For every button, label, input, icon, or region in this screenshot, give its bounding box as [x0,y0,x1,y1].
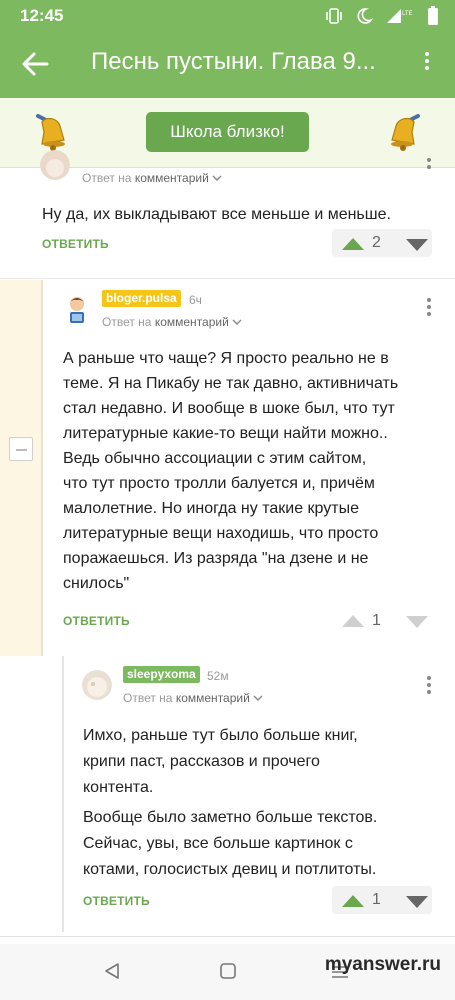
comment-line: Вообще было заметно больше текстов. [83,809,378,826]
watermark: myanswer.ru [324,954,441,975]
comment-line: снилось" [63,575,130,592]
comment-line: крипи паст, рассказов и прочего [83,753,320,770]
upvote-arrow-icon[interactable] [342,614,364,632]
avatar[interactable] [62,294,92,324]
comment-line: литературные какие-то вещи найти можно.. [63,425,388,442]
nav-back-icon[interactable] [104,962,120,985]
vote-group: 1 [332,886,432,914]
avatar[interactable] [82,670,112,700]
school-bell-icon [32,110,70,154]
status-time: 12:45 [20,6,64,25]
downvote-arrow-icon[interactable] [406,615,428,633]
divider [0,936,455,937]
username-badge[interactable]: bloger.pulsa [102,290,181,307]
downvote-arrow-icon[interactable] [406,895,428,913]
status-bar: 12:45 LTE [0,0,455,30]
username-badge[interactable]: sleepyxoma [123,666,200,683]
vote-group: 1 [332,606,432,634]
overflow-menu-icon[interactable] [424,52,430,73]
downvote-arrow-icon[interactable] [406,238,428,256]
comment-line: стал недавно. И вообще в шоке был, что т… [63,400,395,417]
do-not-disturb-moon-icon [355,7,374,30]
comment-line: литературные вещи находишь, что просто [63,525,379,542]
comment-text: Имхо, раньше тут было больше книг, крипи… [83,723,448,883]
reply-target-link[interactable]: комментарий [155,315,229,329]
comment-line: Ведь обычно ассоциации с этим сайтом, [63,450,367,467]
comment-paragraph: Имхо, раньше тут было больше книг, крипи… [83,723,448,801]
chevron-down-icon[interactable] [212,171,222,185]
comment-line: А раньше что чаще? Я просто реально не в [63,350,389,367]
reply-target-link[interactable]: комментарий [176,691,250,705]
signal-lte-icon: LTE [385,7,415,30]
vote-count: 2 [372,234,381,251]
lte-label: LTE [402,11,413,17]
avatar[interactable] [40,150,70,180]
comment-line: контента. [83,779,154,796]
vote-count: 1 [372,612,381,629]
back-arrow-icon[interactable] [20,50,50,78]
upvote-arrow-icon[interactable] [342,894,364,912]
comment-line: малолетние. Но иногда ну такие крутые [63,500,359,517]
thread-line [41,280,43,656]
comment-text: А раньше что чаще? Я просто реально не в… [63,346,448,596]
comment-menu-icon[interactable] [426,158,432,172]
page-title: Песнь пустыни. Глава 9... [91,48,376,75]
comment-line: поражаешься. Из разряда "на дзене и не [63,550,369,567]
reply-to-label: Ответ на [82,171,132,185]
chevron-down-icon[interactable] [232,315,242,329]
comment-text: Ну да, их выкладывают все меньше и меньш… [42,206,391,223]
school-bell-icon [386,110,424,154]
comment-paragraph: Вообще было заметно больше текстов. Сейч… [83,805,448,883]
battery-icon [427,6,439,31]
comment-line: Имхо, раньше тут было больше книг, [83,727,358,744]
reply-target-link[interactable]: комментарий [135,171,209,185]
vibrate-icon [325,8,343,29]
reply-meta[interactable]: Ответ на комментарий [102,315,242,329]
comment-line: что тут просто тролли балуется и, причём [63,475,375,492]
reply-button[interactable]: ОТВЕТИТЬ [83,894,150,908]
chevron-down-icon[interactable] [253,691,263,705]
time-ago: 6ч [189,293,202,307]
comment-line: Сейчас, увы, все больше картинок с [83,835,353,852]
reply-button[interactable]: ОТВЕТИТЬ [42,237,109,251]
upvote-arrow-icon[interactable] [342,237,364,255]
thread-line [62,656,64,932]
new-comment-highlight [0,280,42,656]
comment-line: теме. Я на Пикабу не так давно, активнич… [63,375,399,392]
comment-menu-icon[interactable] [426,676,432,697]
reply-to-label: Ответ на [123,691,173,705]
reply-meta[interactable]: Ответ на комментарий [123,691,263,705]
reply-meta[interactable]: Ответ на комментарий [82,171,222,185]
comment-line: котами, голосистых девиц и потлитоты. [83,861,377,878]
reply-to-label: Ответ на [102,315,152,329]
reply-button[interactable]: ОТВЕТИТЬ [63,614,130,628]
app-header: Песнь пустыни. Глава 9... [0,30,455,98]
time-ago: 52м [207,669,229,683]
status-icons: LTE [325,6,439,31]
divider [0,278,455,279]
collapse-thread-button[interactable] [9,437,33,461]
vote-group: 2 [332,229,432,257]
comment-menu-icon[interactable] [426,298,432,319]
vote-count: 1 [372,891,381,908]
nav-home-icon[interactable] [219,962,237,985]
promo-button[interactable]: Школа близко! [146,112,309,152]
